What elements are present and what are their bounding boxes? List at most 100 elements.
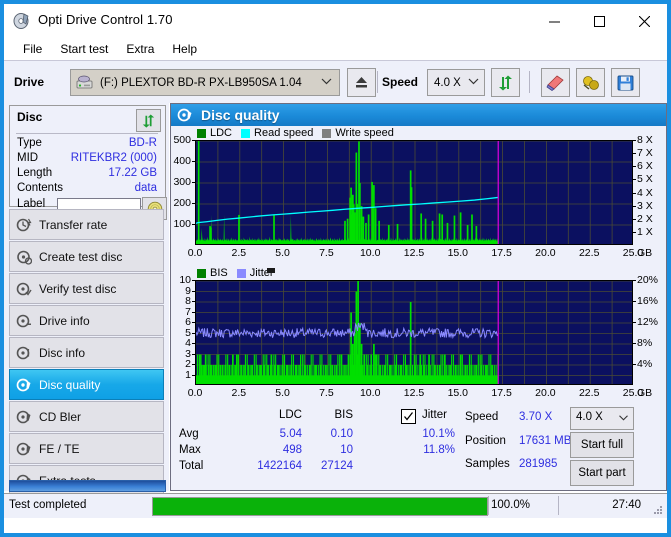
menu-help[interactable]: Help — [163, 40, 206, 58]
disc-icon — [12, 11, 32, 31]
sidebar-item-cd-bler[interactable]: CD Bler — [9, 401, 164, 432]
top-chart-legend: LDC Read speed Write speed — [197, 127, 399, 139]
x-tick: 2.5 — [231, 387, 247, 399]
stats-col-ldc: LDC — [278, 409, 302, 421]
nav-list: Transfer rate Create test disc Verify te… — [9, 209, 164, 497]
disc-length-value: 17.22 GB — [108, 167, 157, 179]
close-button[interactable] — [622, 4, 667, 38]
jitter-label: Jitter — [422, 409, 447, 421]
sidebar-item-create-test-disc[interactable]: Create test disc — [9, 241, 164, 272]
speed-value: 4.0 X — [434, 76, 461, 89]
sidebar-label: Disc info — [39, 345, 86, 360]
menu-start-test[interactable]: Start test — [51, 40, 117, 58]
x-tick: 5.0 — [275, 387, 290, 399]
x-tick: 12.5 — [403, 247, 425, 259]
y-tick-mark — [192, 343, 195, 344]
disc-quality-icon — [16, 377, 32, 393]
disc-info-box: Disc Type BD-R MID RITEKBR2 (000) Length… — [9, 105, 167, 220]
y-tick-mark — [192, 290, 195, 292]
cd-bler-icon — [16, 409, 32, 425]
y-tick: 9 — [185, 284, 191, 297]
y-tick-mark — [192, 353, 195, 355]
x-tick: 12.5 — [403, 387, 425, 399]
menu-file[interactable]: File — [14, 40, 51, 58]
sidebar-item-fe-te[interactable]: FE / TE — [9, 433, 164, 464]
sidebar-label: Create test disc — [39, 249, 123, 264]
x-axis-unit: GB — [637, 387, 653, 399]
disc-length-label: Length — [17, 167, 53, 179]
bulb-button[interactable] — [576, 68, 605, 97]
y2-tick: 20% — [637, 274, 659, 286]
refresh-drive-button[interactable] — [491, 68, 520, 97]
x-tick: 15.0 — [447, 387, 469, 399]
y-tick-mark — [192, 322, 195, 323]
y-tick-mark — [192, 332, 195, 334]
chevron-down-icon — [618, 413, 629, 425]
sidebar-item-verify-test-disc[interactable]: Verify test disc — [9, 273, 164, 304]
chevron-down-icon — [468, 77, 479, 89]
y-tick-mark — [192, 140, 195, 141]
sidebar-item-disc-quality[interactable]: Disc quality — [9, 369, 164, 400]
x-tick: 7.5 — [319, 387, 334, 399]
sidebar-item-transfer-rate[interactable]: Transfer rate — [9, 209, 164, 240]
y-tick: 10 — [179, 274, 191, 286]
jitter-checkbox[interactable] — [401, 409, 416, 424]
drive-select[interactable]: (F:) PLEXTOR BD-R PX-LB950SA 1.04 — [70, 69, 340, 96]
y-tick-mark — [192, 364, 195, 365]
verify-test-disc-icon — [16, 281, 32, 297]
start-part-label: Start part — [578, 467, 626, 479]
eject-button[interactable] — [347, 68, 376, 97]
drive-info-icon — [16, 313, 32, 329]
legend-label-ldc: LDC — [210, 127, 233, 139]
max-jitter-value: 11.8% — [423, 444, 455, 456]
start-full-label: Start full — [580, 439, 624, 451]
legend-swatch-bis — [197, 268, 206, 278]
sidebar-label: FE / TE — [39, 441, 80, 456]
avg-jitter-value: 10.1% — [422, 428, 455, 440]
maximize-button[interactable] — [577, 4, 622, 38]
chart-marker — [267, 268, 275, 273]
window-controls — [532, 4, 667, 38]
minimize-button[interactable] — [532, 4, 577, 38]
progress-bar — [152, 497, 488, 516]
sidebar-item-drive-info[interactable]: Drive info — [9, 305, 164, 336]
status-divider-2 — [558, 496, 559, 515]
disc-row-length: Length 17.22 GB — [17, 167, 159, 182]
disc-quality-panel: Disc quality LDC Read speed Write speed … — [170, 103, 667, 491]
menu-extra[interactable]: Extra — [117, 40, 163, 58]
title-bar: Opti Drive Control 1.70 — [4, 4, 667, 38]
max-bis-value: 10 — [340, 444, 353, 456]
x-tick: 7.5 — [319, 247, 334, 259]
drive-toolbar: Drive (F:) PLEXTOR BD-R PX-LB950SA 1.04 — [4, 60, 667, 103]
start-part-button[interactable]: Start part — [570, 460, 634, 486]
y2-tick: 1 X — [637, 225, 653, 238]
panel-header: Disc quality — [171, 104, 666, 126]
window-title: Opti Drive Control 1.70 — [38, 12, 173, 27]
legend-label-bis: BIS — [210, 267, 228, 279]
y-tick: 100 — [173, 218, 191, 230]
y2-tick-mark — [633, 179, 636, 181]
resize-grip-icon[interactable] — [651, 503, 663, 515]
erase-button[interactable] — [541, 68, 570, 97]
y2-tick-mark — [633, 153, 636, 155]
test-speed-select[interactable]: 4.0 X — [570, 407, 634, 430]
start-full-button[interactable]: Start full — [570, 432, 634, 458]
y2-tick-mark — [633, 301, 636, 302]
y2-tick: 8% — [637, 337, 653, 349]
y2-tick-mark — [633, 364, 636, 365]
avg-ldc-value: 5.04 — [279, 428, 302, 440]
total-bis-value: 27124 — [321, 460, 353, 472]
status-bar: Test completed 100.0% 27:40 — [4, 493, 667, 518]
x-tick: 22.5 — [578, 387, 600, 399]
disc-refresh-button[interactable] — [136, 109, 161, 132]
sidebar-item-disc-info[interactable]: Disc info — [9, 337, 164, 368]
y-tick: 5 — [185, 326, 191, 339]
speed-select[interactable]: 4.0 X — [427, 69, 485, 96]
y-tick-mark — [192, 203, 195, 204]
y2-tick-mark — [633, 218, 636, 220]
toolbar-divider-2 — [529, 71, 530, 93]
save-button[interactable] — [611, 68, 640, 97]
x-tick: 22.5 — [578, 247, 600, 259]
x-tick: 20.0 — [535, 247, 556, 259]
x-tick: 17.5 — [491, 247, 512, 259]
